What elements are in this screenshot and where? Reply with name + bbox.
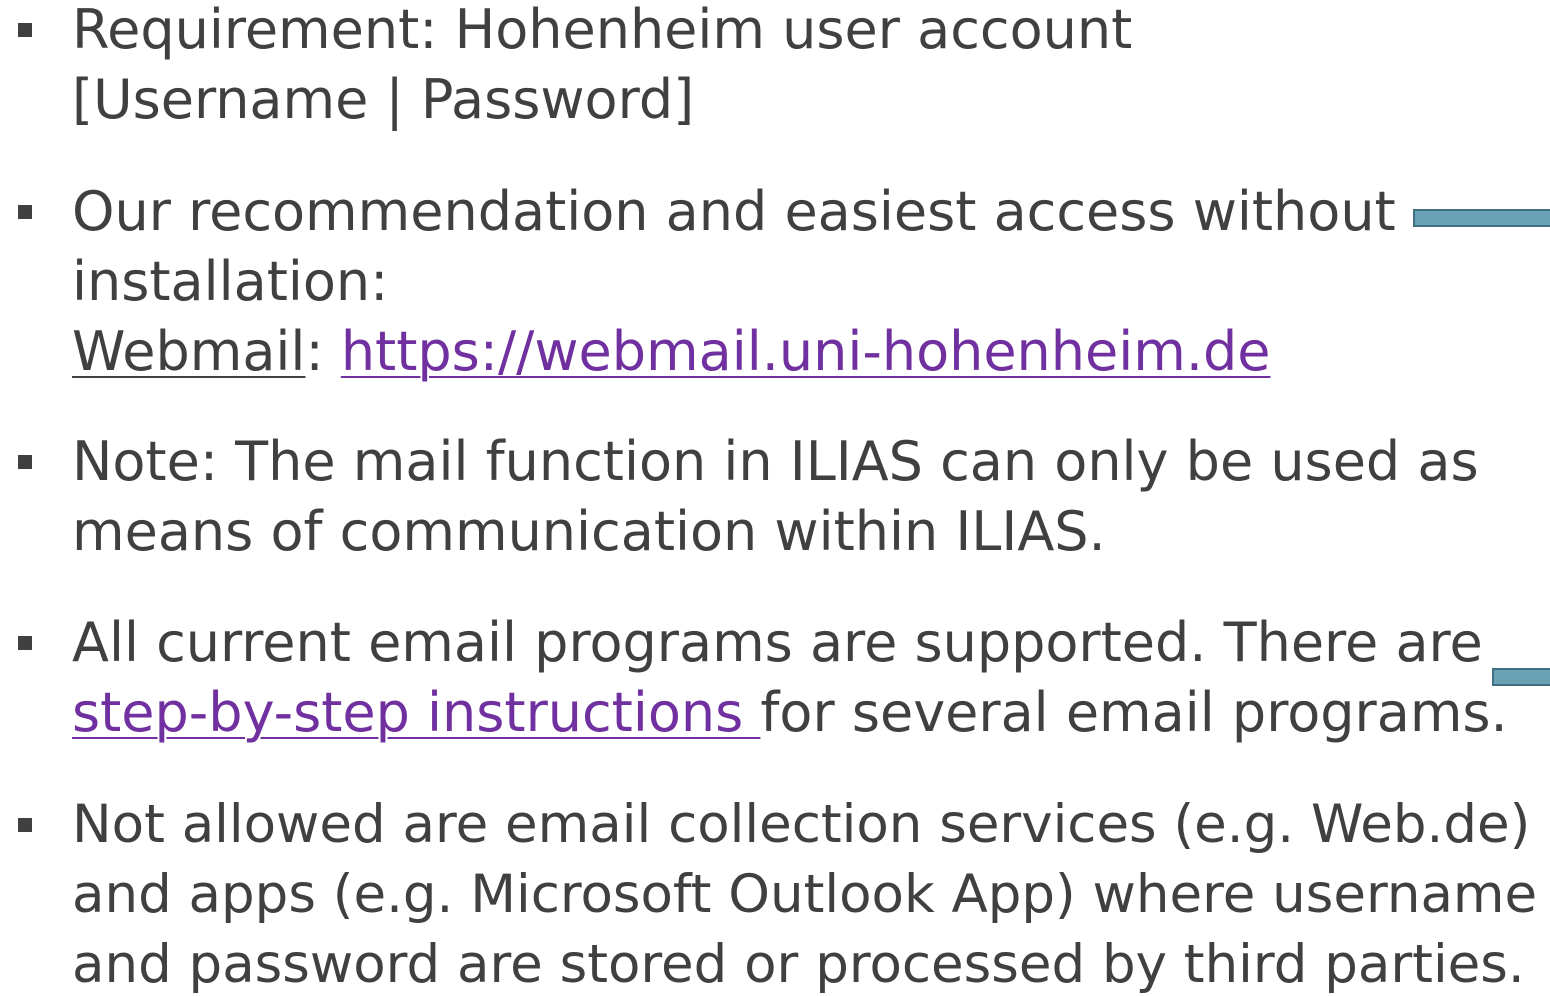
bullet-requirement-line-2: [Username | Password] [72,68,695,131]
instructions-rest: for several email programs. [760,681,1508,744]
bullet-email-programs-line-2: step-by-step instructions for several em… [72,678,1508,748]
webmail-separator: : [305,320,324,383]
bullet-ilias-note-line-1: Note: The mail function in ILIAS can onl… [72,430,1479,493]
bullet-marker-icon [18,636,32,650]
slide: Requirement: Hohenheim user account [Use… [0,0,1550,996]
bullet-marker-icon [18,818,32,832]
bullet-not-allowed-line-1: Not allowed are email collection service… [72,794,1531,855]
bullet-not-allowed-line-3: and password are stored or processed by … [72,934,1525,995]
bullet-email-programs-line-1: All current email programs are supported… [72,611,1483,674]
webmail-label: Webmail [72,320,306,383]
bullet-recommendation-line-1: Our recommendation and easiest access wi… [72,180,1396,243]
bullet-marker-icon [18,455,32,469]
bullet-marker-icon [18,23,32,37]
webmail-link[interactable]: https://webmail.uni-hohenheim.de [341,320,1271,383]
accent-bar-upper [1413,209,1550,227]
accent-bar-lower [1492,668,1550,686]
bullet-recommendation-line-2: installation: [72,250,389,313]
instructions-link[interactable]: step-by-step instructions [72,681,760,744]
bullet-requirement-line-1: Requirement: Hohenheim user account [72,0,1133,61]
bullet-not-allowed-line-2: and apps (e.g. Microsoft Outlook App) wh… [72,864,1538,925]
bullet-recommendation-line-3: Webmail: https://webmail.uni-hohenheim.d… [72,317,1271,387]
bullet-ilias-note-line-2: means of communication within ILIAS. [72,500,1106,563]
bullet-marker-icon [18,205,32,219]
